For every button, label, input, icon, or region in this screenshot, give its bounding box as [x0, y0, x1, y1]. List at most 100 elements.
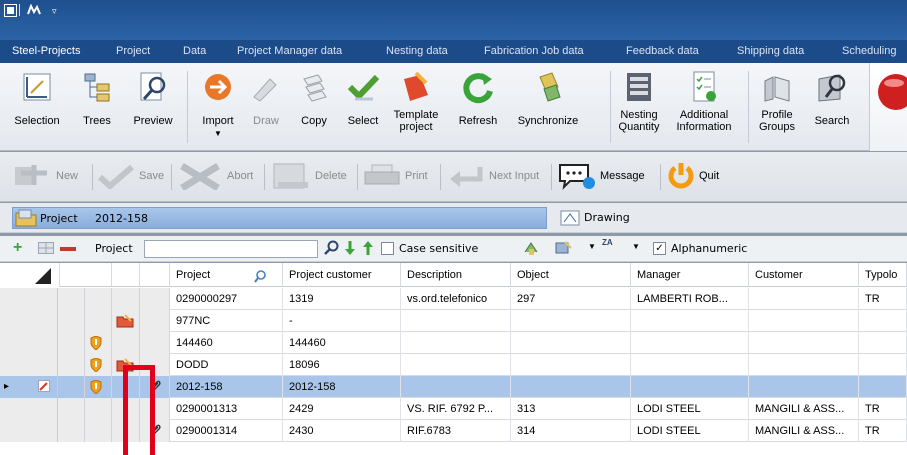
cell-typology[interactable] — [859, 376, 907, 398]
delete-button[interactable]: Delete — [272, 161, 347, 191]
sort-dropdown-icon[interactable]: ▼ — [632, 242, 640, 251]
cell-project-customer[interactable]: 1319 — [283, 288, 401, 310]
additional-information-button[interactable]: Additional Information — [668, 65, 740, 147]
cell-object[interactable]: 313 — [511, 398, 631, 420]
filter-grid-icon[interactable] — [38, 242, 54, 257]
row-header[interactable] — [0, 310, 58, 332]
cell-manager[interactable]: LODI STEEL — [631, 398, 749, 420]
cell-object[interactable] — [511, 376, 631, 398]
cell-project-customer[interactable]: - — [283, 310, 401, 332]
cell-project[interactable]: DODD — [170, 354, 283, 376]
column-header-description[interactable]: Description — [401, 263, 511, 287]
quit-button[interactable]: Quit — [666, 161, 719, 191]
cell-customer[interactable]: MANGILI & ASS... — [749, 420, 859, 442]
cell-customer[interactable] — [749, 376, 859, 398]
cell-manager[interactable] — [631, 376, 749, 398]
tab-feedback-data[interactable]: Feedback data — [626, 45, 699, 57]
profile-groups-button[interactable]: Profile Groups — [752, 65, 802, 147]
grid-corner[interactable] — [0, 263, 60, 287]
cell-project-customer[interactable]: 2012-158 — [283, 376, 401, 398]
cell-manager[interactable]: LODI STEEL — [631, 420, 749, 442]
draw-button[interactable]: Draw — [246, 65, 286, 147]
cell-description[interactable]: VS. RIF. 6792 P... — [401, 398, 511, 420]
cell-manager[interactable] — [631, 310, 749, 332]
alphanumeric-checkbox[interactable]: ✓ — [653, 242, 666, 255]
tab-project-manager-data[interactable]: Project Manager data — [237, 45, 342, 57]
import-button[interactable]: Import ▼ — [193, 65, 243, 147]
cell-manager[interactable] — [631, 332, 749, 354]
tab-nesting-data[interactable]: Nesting data — [386, 45, 448, 57]
drawing-panel-tab[interactable]: Drawing — [558, 207, 907, 229]
table-row[interactable]: 144460 144460 — [0, 332, 907, 354]
column-header-project-customer[interactable]: Project customer — [283, 263, 401, 287]
cell-typology[interactable]: TR — [859, 288, 907, 310]
cell-typology[interactable]: TR — [859, 398, 907, 420]
cell-description[interactable]: RIF.6783 — [401, 420, 511, 442]
row-header[interactable]: ▸ — [0, 376, 58, 398]
sort-ascending-icon[interactable] — [362, 240, 374, 259]
trees-button[interactable]: Trees — [74, 65, 120, 147]
cell-project-customer[interactable]: 2429 — [283, 398, 401, 420]
add-filter-icon[interactable]: + — [13, 240, 22, 256]
row-header[interactable] — [0, 398, 58, 420]
import-dropdown-icon[interactable]: ▼ — [193, 129, 243, 138]
cell-manager[interactable]: LAMBERTI ROB... — [631, 288, 749, 310]
column-header-customer[interactable]: Customer — [749, 263, 859, 287]
column-chooser-icon[interactable] — [555, 240, 573, 259]
tab-fabrication-job-data[interactable]: Fabrication Job data — [484, 45, 584, 57]
cell-object[interactable]: 297 — [511, 288, 631, 310]
table-row[interactable]: 977NC - — [0, 310, 907, 332]
cell-project[interactable]: 144460 — [170, 332, 283, 354]
remove-filter-icon[interactable] — [60, 247, 76, 251]
row-header[interactable] — [0, 332, 58, 354]
steel-projects-icon[interactable] — [27, 3, 41, 19]
column-chooser-dropdown-icon[interactable]: ▼ — [588, 242, 596, 251]
abort-button[interactable]: Abort — [176, 161, 253, 191]
cell-typology[interactable] — [859, 310, 907, 332]
cell-customer[interactable] — [749, 310, 859, 332]
select-button[interactable]: Select — [342, 65, 384, 147]
tab-project[interactable]: Project — [116, 45, 150, 57]
refresh-filter-icon[interactable] — [523, 240, 539, 259]
next-input-button[interactable]: Next Input — [446, 161, 539, 191]
cell-customer[interactable] — [749, 332, 859, 354]
column-header-object[interactable]: Object — [511, 263, 631, 287]
cell-typology[interactable] — [859, 332, 907, 354]
refresh-button[interactable]: Refresh — [449, 65, 507, 147]
message-button[interactable]: Message — [557, 161, 645, 191]
sort-descending-icon[interactable] — [344, 240, 356, 259]
tab-steel-projects[interactable]: Steel-Projects — [12, 45, 80, 57]
cell-project-customer[interactable]: 18096 — [283, 354, 401, 376]
cell-project[interactable]: 0290001313 — [170, 398, 283, 420]
cell-object[interactable]: 314 — [511, 420, 631, 442]
cell-description[interactable] — [401, 332, 511, 354]
synchronize-button[interactable]: Synchronize — [510, 65, 586, 147]
sort-alpha-icon[interactable]: ZA — [602, 238, 618, 247]
cell-customer[interactable]: MANGILI & ASS... — [749, 398, 859, 420]
table-row[interactable]: 0290000297 1319 vs.ord.telefonico 297 LAMBER… — [0, 288, 907, 310]
cell-typology[interactable]: TR — [859, 420, 907, 442]
nesting-quantity-button[interactable]: Nesting Quantity — [612, 65, 666, 147]
cell-manager[interactable] — [631, 354, 749, 376]
new-button[interactable]: New — [13, 161, 78, 191]
search-button[interactable]: Search — [806, 65, 858, 147]
column-header-manager[interactable]: Manager — [631, 263, 749, 287]
cell-description[interactable]: vs.ord.telefonico — [401, 288, 511, 310]
qat-dropdown-icon[interactable]: ▿ — [52, 4, 57, 18]
preview-button[interactable]: Preview — [124, 65, 182, 147]
print-button[interactable]: Print — [362, 161, 428, 191]
cell-project[interactable]: 0290001314 — [170, 420, 283, 442]
cell-project-customer[interactable]: 2430 — [283, 420, 401, 442]
selection-button[interactable]: Selection — [4, 65, 70, 147]
tab-scheduling[interactable]: Scheduling — [842, 45, 896, 57]
row-header[interactable] — [0, 354, 58, 376]
cell-object[interactable] — [511, 332, 631, 354]
project-panel-tab[interactable]: Project 2012-158 — [12, 207, 547, 229]
cell-description[interactable] — [401, 376, 511, 398]
stop-button[interactable] — [869, 63, 907, 151]
cell-object[interactable] — [511, 310, 631, 332]
cell-object[interactable] — [511, 354, 631, 376]
template-project-button[interactable]: Template project — [387, 65, 445, 147]
cell-description[interactable] — [401, 310, 511, 332]
app-menu-icon[interactable] — [4, 4, 17, 20]
